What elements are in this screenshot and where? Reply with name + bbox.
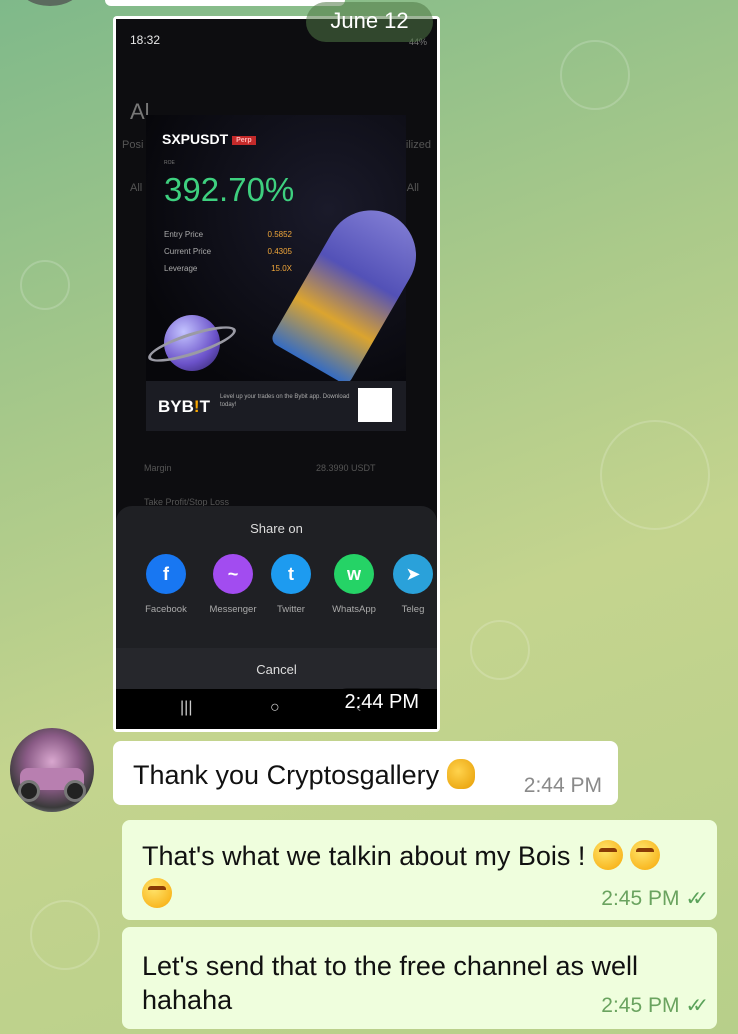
message-text-content: Thank you Cryptosgallery bbox=[133, 760, 440, 790]
share-item: ➤ Teleg bbox=[382, 554, 437, 615]
message-text-content: That's what we talkin about my Bois ! bbox=[142, 841, 586, 871]
cancel-button: Cancel bbox=[256, 662, 297, 677]
twitter-icon: t bbox=[271, 554, 311, 594]
bg-chip-left: All bbox=[130, 182, 143, 194]
read-checks-icon: ✓✓ bbox=[685, 995, 708, 1017]
share-item: f Facebook bbox=[135, 554, 197, 615]
share-sheet-title: Share on bbox=[250, 521, 303, 536]
message-text-line: hahaha bbox=[142, 985, 233, 1015]
facebook-icon: f bbox=[146, 554, 186, 594]
telegram-icon: ➤ bbox=[393, 554, 433, 594]
share-item: w WhatsApp bbox=[323, 554, 385, 615]
image-timestamp: 2:44 PM bbox=[336, 688, 427, 717]
current-price-label: Current Price bbox=[164, 247, 212, 256]
star-struck-emoji bbox=[630, 840, 661, 870]
share-item-label: Messenger bbox=[209, 604, 257, 615]
rocket-illustration bbox=[269, 193, 433, 387]
chat-background: 18:32 44% Al Posi ilized All All Margin … bbox=[0, 0, 738, 1034]
image-message[interactable]: 18:32 44% Al Posi ilized All All Margin … bbox=[113, 16, 440, 732]
message-time: 2:45 PM ✓✓ bbox=[601, 886, 708, 911]
avatar-wheel bbox=[18, 780, 40, 802]
card-roe-label: ROE bbox=[164, 160, 175, 166]
share-item: ~ Messenger bbox=[202, 554, 264, 615]
cancel-bar: Cancel bbox=[116, 648, 437, 692]
whatsapp-icon: w bbox=[334, 554, 374, 594]
recents-icon: ||| bbox=[180, 699, 193, 716]
message-time: 2:45 PM ✓✓ bbox=[601, 993, 708, 1018]
share-item-label: Facebook bbox=[145, 604, 187, 615]
share-item: t Twitter bbox=[260, 554, 322, 615]
read-checks-icon: ✓✓ bbox=[685, 888, 708, 910]
bybit-logo: BYB!T bbox=[158, 397, 210, 416]
wallpaper-doodle bbox=[30, 900, 100, 970]
share-item-label: WhatsApp bbox=[332, 604, 376, 615]
avatar-wheel bbox=[64, 780, 86, 802]
card-pair-name: SXPUSDT bbox=[162, 131, 229, 147]
wallpaper-doodle bbox=[470, 620, 530, 680]
outgoing-message[interactable]: That's what we talkin about my Bois ! 2:… bbox=[122, 820, 717, 920]
incoming-message[interactable]: Thank you Cryptosgallery 2:44 PM bbox=[113, 741, 618, 805]
shared-screenshot: 18:32 44% Al Posi ilized All All Margin … bbox=[116, 19, 437, 729]
card-perp-tag: Perp bbox=[232, 135, 256, 145]
wallpaper-doodle bbox=[20, 260, 70, 310]
wallpaper-doodle bbox=[600, 420, 710, 530]
pnl-card: SXPUSDT Perp ROE 392.70% Entry Price 0.58… bbox=[144, 115, 433, 431]
bg-margin-label: Margin bbox=[144, 463, 172, 473]
outgoing-message[interactable]: Let's send that to the free channel as w… bbox=[122, 927, 717, 1029]
bg-chip-right: All bbox=[406, 182, 419, 194]
entry-price-value: 0.5852 bbox=[267, 230, 292, 239]
bg-tab-left: Posi bbox=[122, 139, 144, 151]
entry-price-label: Entry Price bbox=[164, 230, 204, 239]
date-pill: June 12 bbox=[306, 2, 433, 42]
bg-margin-value: 28.3990 USDT bbox=[316, 463, 376, 473]
wallpaper-doodle bbox=[560, 40, 630, 110]
message-time: 2:44 PM bbox=[523, 774, 602, 797]
leverage-label: Leverage bbox=[164, 264, 198, 273]
share-item-label: Teleg bbox=[401, 604, 425, 615]
share-item-label: Twitter bbox=[277, 604, 305, 615]
star-struck-emoji bbox=[142, 878, 172, 908]
message-text: Thank you Cryptosgallery bbox=[133, 759, 475, 791]
current-price-value: 0.4305 bbox=[267, 247, 292, 256]
message-text-line: Let's send that to the free channel as w… bbox=[142, 951, 638, 981]
sender-avatar[interactable] bbox=[10, 728, 94, 812]
message-text: Let's send that to the free channel as w… bbox=[142, 949, 638, 1017]
share-sheet: Share on f Facebook ~ Messenger t Twitter w Wha… bbox=[116, 506, 437, 706]
message-time-text: 2:45 PM bbox=[601, 994, 680, 1017]
messenger-icon: ~ bbox=[213, 554, 253, 594]
card-roe: 392.70% bbox=[164, 171, 295, 208]
card-tagline: Level up your trades on the Bybit app. D… bbox=[220, 394, 350, 409]
ok-hand-emoji bbox=[446, 759, 475, 789]
qr-code bbox=[358, 388, 392, 422]
status-time: 18:32 bbox=[130, 33, 161, 47]
message-text: That's what we talkin about my Bois ! bbox=[142, 840, 661, 872]
previous-message-bubble[interactable] bbox=[105, 0, 345, 6]
card-footer: BYB!T Level up your trades on the Bybit … bbox=[146, 381, 406, 431]
leverage-value: 15.0X bbox=[271, 264, 292, 273]
message-time-text: 2:45 PM bbox=[601, 887, 680, 910]
bg-tab-right: ilized bbox=[405, 139, 431, 151]
previous-avatar[interactable] bbox=[20, 0, 80, 6]
home-icon: ○ bbox=[270, 699, 280, 716]
star-struck-emoji bbox=[592, 840, 623, 870]
card-pair: SXPUSDT Perp bbox=[162, 131, 256, 147]
